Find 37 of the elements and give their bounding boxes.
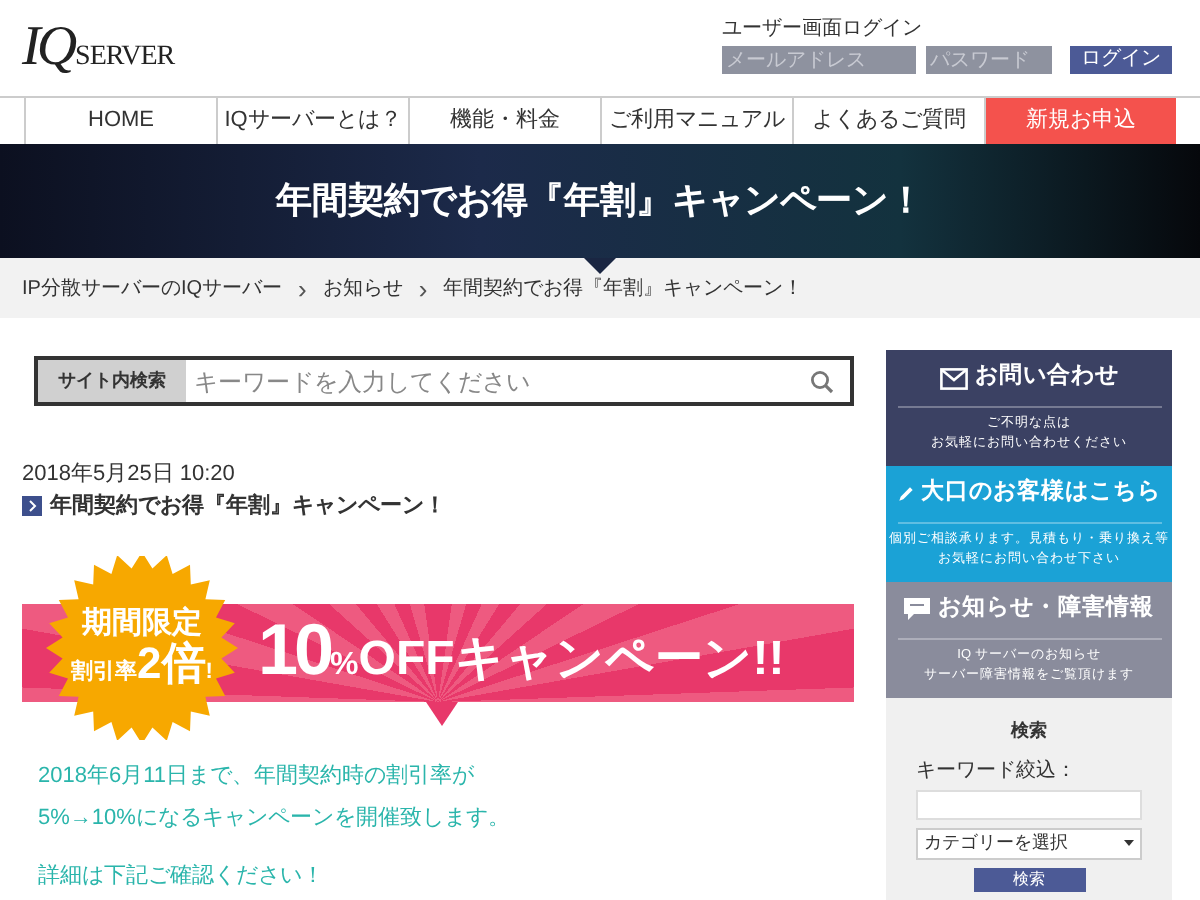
category-text: カテゴリーを選択 (924, 829, 1068, 856)
search-bar[interactable]: サイト内検索 キーワードを入力してください (34, 356, 854, 406)
envelope-icon (939, 367, 967, 389)
banner-pointer (426, 701, 458, 725)
panel-title: 大口のお客様はこちら (921, 476, 1161, 509)
post-title: 年間契約でお得『年割』キャンペーン！ (50, 491, 446, 522)
search-label: サイト内検索 (38, 360, 186, 402)
breadcrumb-separator: › (418, 275, 428, 301)
pencil-icon (897, 482, 913, 506)
breadcrumb-link[interactable]: IP分散サーバーのIQサーバー (22, 273, 283, 303)
category-dropdown[interactable]: カテゴリーを選択 (916, 827, 1142, 859)
search-button[interactable]: 検索 (973, 867, 1085, 891)
login-button[interactable]: ログイン (1070, 46, 1172, 74)
password-field[interactable]: パスワード (926, 46, 1052, 74)
panel-title: お知らせ・障害情報 (938, 592, 1154, 625)
breadcrumb-separator: › (298, 275, 307, 301)
hero-title: 年間契約でお得『年割』キャンペーン！ (276, 178, 924, 224)
post-paragraph: 詳細は下記ご確認ください！ (38, 861, 326, 891)
post-date: 2018年5月25日 10:20 (22, 462, 237, 488)
post-paragraph: 2018年6月11日まで、年間契約時の割引率が 5%→10%になるキャンペーンを開催致します。 (38, 761, 512, 833)
login-title: ユーザー画面ログイン (722, 18, 924, 42)
search-field[interactable]: キーワードを入力してください (186, 360, 810, 402)
search-title: 検索 (1008, 718, 1049, 744)
speech-bubble-icon (904, 598, 930, 622)
breadcrumb-link[interactable]: お知らせ (322, 273, 403, 303)
logo[interactable]: IQSERVER (22, 20, 175, 76)
breadcrumb-current[interactable]: 年間契約でお得『年割』キャンペーン！ (443, 273, 804, 303)
banner-headline: 10%OFFキャンペーン!! (258, 609, 785, 693)
caret-icon (1124, 840, 1134, 846)
keyword-label: キーワード絞込： (916, 757, 1078, 785)
badge-text: 割引率2倍! (71, 641, 213, 689)
search-icon[interactable] (810, 369, 834, 393)
badge-text: 期間限定 (82, 605, 202, 640)
email-field[interactable]: メールアドレス (722, 46, 916, 74)
panel-title: お問い合わせ (975, 360, 1119, 393)
keyword-field[interactable] (916, 789, 1142, 819)
chevron-icon (22, 496, 42, 517)
